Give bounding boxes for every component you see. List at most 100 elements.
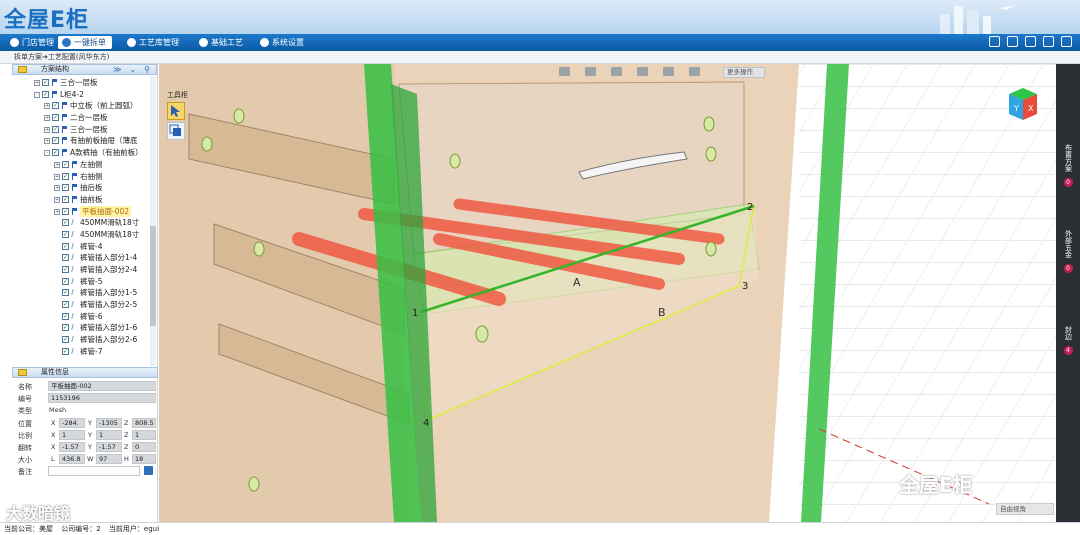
node-checkbox[interactable]: ✓ bbox=[62, 324, 69, 332]
tree-node[interactable]: ✓ 裤管插入部分2-5 bbox=[12, 299, 157, 311]
tree-node[interactable]: ✓ 裤管插入部分1-6 bbox=[12, 322, 157, 334]
rail-external-hardware[interactable]: 外部五金 0 bbox=[1056, 230, 1080, 273]
view-cube[interactable]: Y X bbox=[1005, 86, 1041, 122]
id-field[interactable]: 1153196 bbox=[48, 393, 156, 404]
tree-node[interactable]: ✓ 裤管插入部分1-4 bbox=[12, 252, 157, 264]
node-checkbox[interactable]: ✓ bbox=[62, 254, 69, 262]
nav-craft-library[interactable]: 工艺库管理 bbox=[123, 36, 185, 49]
tree-node[interactable]: + ✓ 中立板（前上圆弧） bbox=[12, 100, 157, 112]
node-checkbox[interactable]: ✓ bbox=[62, 312, 69, 320]
nav-system-settings[interactable]: 系统设置 bbox=[256, 36, 310, 49]
node-checkbox[interactable]: ✓ bbox=[62, 242, 69, 250]
tree-node[interactable]: + ✓ 抽后板 bbox=[12, 182, 157, 194]
expand-icon[interactable]: + bbox=[44, 115, 50, 122]
node-checkbox[interactable]: ✓ bbox=[52, 125, 59, 133]
rot-z-field[interactable]: 0 bbox=[132, 441, 156, 452]
node-checkbox[interactable]: ✓ bbox=[52, 149, 59, 157]
expand-icon[interactable]: + bbox=[54, 208, 60, 215]
tree-node[interactable]: ✓ 裤管插入部分2-6 bbox=[12, 334, 157, 346]
tree-node[interactable]: - ✓ A款裤抽（有抽前板） bbox=[12, 147, 157, 159]
tree-node[interactable]: ✓ 裤管-7 bbox=[12, 346, 157, 358]
tree-node[interactable]: - ✓ L柜4-2 bbox=[12, 89, 157, 101]
node-checkbox[interactable]: ✓ bbox=[42, 90, 49, 98]
document-icon[interactable] bbox=[1007, 36, 1018, 47]
expand-icon[interactable]: + bbox=[44, 138, 50, 145]
expand-icon[interactable]: + bbox=[54, 185, 60, 192]
more-ops-dropdown[interactable]: 更多操作 bbox=[723, 67, 765, 78]
size-w-field[interactable]: 97 bbox=[96, 454, 122, 465]
expand-icon[interactable]: + bbox=[54, 173, 60, 180]
rail-edge-banding[interactable]: 封边 4 bbox=[1056, 326, 1080, 355]
pos-x-field[interactable]: -284. bbox=[59, 417, 85, 428]
node-checkbox[interactable]: ✓ bbox=[52, 102, 59, 110]
tree-node[interactable]: + ✓ 抽前板 bbox=[12, 194, 157, 206]
collapse-all-icon[interactable]: ⌄ bbox=[129, 65, 136, 74]
rot-x-field[interactable]: -1.57 bbox=[59, 441, 85, 452]
tree-node[interactable]: ✓ 裤管-4 bbox=[12, 241, 157, 253]
search-icon[interactable]: ⚲ bbox=[144, 65, 150, 74]
tree-node[interactable]: + ✓ 三合一层板 bbox=[12, 77, 157, 89]
tree-node[interactable]: ✓ 裤管-6 bbox=[12, 311, 157, 323]
nav-one-click-split[interactable]: 一键拆单 bbox=[58, 36, 112, 49]
gear-icon[interactable] bbox=[1043, 36, 1054, 47]
tree-node[interactable]: + ✓ 三合一层板 bbox=[12, 124, 157, 136]
layers-icon[interactable] bbox=[611, 67, 622, 76]
node-checkbox[interactable]: ✓ bbox=[62, 195, 69, 203]
node-checkbox[interactable]: ✓ bbox=[52, 137, 59, 145]
copy-tool-button[interactable] bbox=[167, 122, 185, 140]
save-icon[interactable] bbox=[144, 466, 153, 476]
collapse-icon[interactable]: - bbox=[34, 91, 40, 98]
note-field[interactable] bbox=[48, 466, 140, 477]
node-checkbox[interactable]: ✓ bbox=[62, 336, 69, 344]
scale-z-field[interactable]: 1 bbox=[132, 429, 156, 440]
tree-node[interactable]: + ✓ 有抽前板抽屉（薄底 bbox=[12, 135, 157, 147]
node-checkbox[interactable]: ✓ bbox=[62, 207, 69, 215]
tree-node[interactable]: + ✓ 平板抽面-002 bbox=[12, 205, 157, 218]
tree-scroll-thumb[interactable] bbox=[150, 226, 156, 326]
camera-icon[interactable] bbox=[585, 67, 596, 76]
expand-icon[interactable]: + bbox=[54, 161, 60, 168]
image-icon[interactable] bbox=[559, 67, 570, 76]
node-checkbox[interactable]: ✓ bbox=[62, 266, 69, 273]
tree-node[interactable]: ✓ 450MM滑轨18寸 bbox=[12, 217, 157, 229]
scale-y-field[interactable]: 1 bbox=[96, 429, 122, 440]
node-checkbox[interactable]: ✓ bbox=[62, 347, 69, 355]
node-checkbox[interactable]: ✓ bbox=[62, 301, 69, 309]
scene-canvas[interactable]: A B 1 2 3 4 bbox=[159, 64, 1056, 522]
tree-node[interactable]: + ✓ 右抽侧 bbox=[12, 171, 157, 183]
pos-z-field[interactable]: 808.5 bbox=[132, 417, 156, 428]
copy-icon[interactable] bbox=[637, 67, 648, 76]
node-checkbox[interactable]: ✓ bbox=[52, 114, 59, 122]
tree-node[interactable]: ✓ 裤管-5 bbox=[12, 276, 157, 288]
nav-basic-craft[interactable]: 基础工艺 bbox=[195, 36, 249, 49]
expand-icon[interactable]: + bbox=[44, 126, 50, 133]
collapse-icon[interactable]: - bbox=[44, 150, 50, 157]
expand-icon[interactable]: + bbox=[54, 196, 60, 203]
tree-scrollbar[interactable] bbox=[150, 76, 156, 366]
view-mode-select[interactable]: 自由视角 bbox=[996, 503, 1054, 515]
tree-node[interactable]: + ✓ 二合一层板 bbox=[12, 112, 157, 124]
tree-node[interactable]: ✓ 450MM滑轨18寸 bbox=[12, 229, 157, 241]
logout-icon[interactable] bbox=[1061, 36, 1072, 47]
node-checkbox[interactable]: ✓ bbox=[62, 289, 69, 297]
node-checkbox[interactable]: ✓ bbox=[42, 79, 49, 86]
image-icon[interactable] bbox=[989, 36, 1000, 47]
tree-node[interactable]: + ✓ 左抽侧 bbox=[12, 159, 157, 171]
select-tool-button[interactable] bbox=[167, 102, 185, 120]
size-h-field[interactable]: 18 bbox=[132, 454, 156, 465]
node-checkbox[interactable]: ✓ bbox=[62, 184, 69, 192]
rot-y-field[interactable]: -1.57 bbox=[96, 441, 122, 452]
tree-node[interactable]: ✓ 裤管插入部分2-4 bbox=[12, 264, 157, 276]
node-checkbox[interactable]: ✓ bbox=[62, 277, 69, 285]
expand-icon[interactable]: + bbox=[34, 80, 40, 86]
user-icon[interactable] bbox=[1025, 36, 1036, 47]
scale-x-field[interactable]: 1 bbox=[59, 429, 85, 440]
tree-node[interactable]: ✓ 裤管插入部分1-5 bbox=[12, 287, 157, 299]
name-field[interactable]: 平板抽面-002 bbox=[48, 381, 156, 391]
node-checkbox[interactable]: ✓ bbox=[62, 219, 69, 227]
expand-icon[interactable]: + bbox=[44, 103, 50, 110]
pos-y-field[interactable]: -1305 bbox=[96, 417, 122, 428]
lightning-icon[interactable] bbox=[689, 67, 700, 76]
node-checkbox[interactable]: ✓ bbox=[62, 160, 69, 168]
node-checkbox[interactable]: ✓ bbox=[62, 230, 69, 238]
